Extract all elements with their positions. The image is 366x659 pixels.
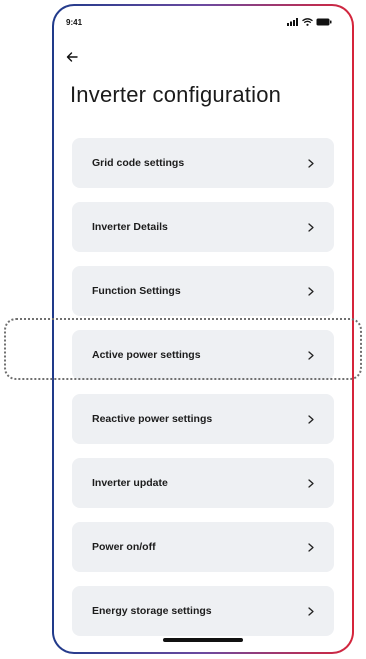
chevron-right-icon — [306, 286, 316, 296]
page-title: Inverter configuration — [70, 82, 282, 107]
settings-item-label: Reactive power settings — [92, 413, 213, 425]
settings-item-label: Energy storage settings — [92, 605, 212, 617]
chevron-right-icon — [306, 414, 316, 424]
settings-item-function-settings[interactable]: Function Settings — [72, 266, 334, 316]
status-icons — [287, 18, 332, 26]
chevron-right-icon — [306, 350, 316, 360]
settings-item-reactive-power[interactable]: Reactive power settings — [72, 394, 334, 444]
chevron-right-icon — [306, 606, 316, 616]
settings-item-label: Power on/off — [92, 541, 156, 553]
settings-item-label: Inverter update — [92, 477, 168, 489]
settings-item-energy-storage[interactable]: Energy storage settings — [72, 586, 334, 636]
settings-item-active-power[interactable]: Active power settings — [72, 330, 334, 380]
settings-item-label: Grid code settings — [92, 157, 185, 169]
settings-item-inverter-update[interactable]: Inverter update — [72, 458, 334, 508]
settings-item-grid-code[interactable]: Grid code settings — [72, 138, 334, 188]
wifi-icon — [302, 18, 313, 26]
chevron-right-icon — [306, 158, 316, 168]
settings-item-label: Inverter Details — [92, 221, 168, 233]
status-time: 9:41 — [66, 18, 83, 27]
phone-frame: 9:41 Inverter configuration Grid code se… — [52, 4, 354, 654]
settings-list: Grid code settings Inverter Details Func… — [72, 138, 334, 650]
chevron-right-icon — [306, 478, 316, 488]
home-indicator — [163, 638, 243, 642]
back-button[interactable] — [66, 50, 84, 68]
status-bar: 9:41 — [54, 6, 352, 34]
battery-icon — [316, 18, 332, 26]
chevron-right-icon — [306, 542, 316, 552]
settings-item-label: Active power settings — [92, 349, 201, 361]
arrow-left-icon — [66, 50, 78, 67]
settings-item-power-on-off[interactable]: Power on/off — [72, 522, 334, 572]
settings-item-inverter-details[interactable]: Inverter Details — [72, 202, 334, 252]
settings-item-label: Function Settings — [92, 285, 181, 297]
signal-icon — [287, 18, 299, 26]
phone-screen: 9:41 Inverter configuration Grid code se… — [54, 6, 352, 652]
chevron-right-icon — [306, 222, 316, 232]
